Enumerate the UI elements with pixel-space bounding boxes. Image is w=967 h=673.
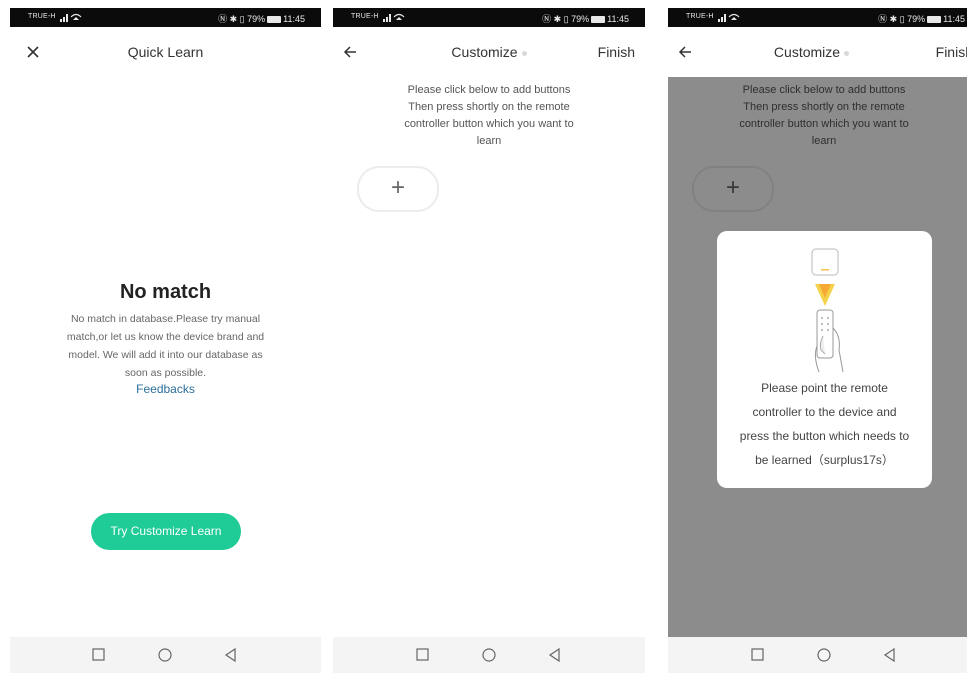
- finish-button[interactable]: Finish: [598, 44, 635, 60]
- battery-icon: [591, 16, 606, 23]
- page-title: Customize: [668, 44, 967, 60]
- status-time: 11:45: [283, 14, 305, 24]
- square-icon[interactable]: [750, 647, 766, 663]
- status-icons: Ⓝ ✱ ▯ 79%: [218, 14, 266, 24]
- status-right: Ⓝ ✱ ▯ 79% 11:45: [218, 12, 305, 25]
- dialog-line: controller to the device and: [752, 405, 897, 419]
- triangle-icon[interactable]: [223, 647, 239, 663]
- feedbacks-link[interactable]: Feedbacks: [10, 382, 321, 396]
- instruction-line: learn: [476, 135, 502, 147]
- status-bar: TRUE-H Ⓝ ✱ ▯ 79% 11:45: [10, 8, 321, 27]
- status-right: Ⓝ ✱ ▯ 79% 11:45: [878, 12, 965, 25]
- dialog-line: press the button which needs to: [739, 429, 910, 443]
- learning-dialog: Please point the remote controller to th…: [717, 231, 932, 488]
- title-text: Customize: [773, 44, 841, 60]
- instruction-line: controller button which you want to: [404, 118, 574, 130]
- square-icon[interactable]: [415, 647, 431, 663]
- instructions: Please click below to add buttons Then p…: [389, 82, 589, 150]
- circle-icon[interactable]: [157, 647, 173, 663]
- carrier-label: TRUE-H: [28, 13, 56, 20]
- header: Customize Finish: [333, 27, 645, 77]
- finish-button[interactable]: Finish: [936, 44, 967, 60]
- dialog-message: Please point the remote controller to th…: [725, 376, 924, 472]
- instruction-line: Please click below to add buttons: [407, 84, 571, 96]
- triangle-icon[interactable]: [882, 647, 898, 663]
- status-right: Ⓝ ✱ ▯ 79% 11:45: [542, 12, 629, 25]
- status-dot: [844, 50, 850, 56]
- status-bar: TRUE-H Ⓝ ✱ ▯ 79% 11:45: [668, 8, 967, 27]
- status-icons: Ⓝ ✱ ▯ 79%: [878, 14, 926, 24]
- customize-screen: TRUE-H Ⓝ ✱ ▯ 79% 11:45 Customize Finish P…: [333, 8, 645, 673]
- header: Quick Learn: [10, 27, 321, 77]
- battery-icon: [267, 16, 282, 23]
- page-title: Quick Learn: [127, 44, 204, 60]
- status-dot: [521, 50, 527, 56]
- circle-icon[interactable]: [816, 647, 832, 663]
- dialog-line: be learned（surplus17s）: [755, 453, 894, 467]
- carrier-label: TRUE-H: [686, 13, 714, 20]
- remote-pointing-icon: [797, 246, 853, 376]
- android-nav-bar: [333, 637, 645, 673]
- dialog-line: Please point the remote: [761, 381, 888, 395]
- square-icon[interactable]: [91, 647, 107, 663]
- battery-icon: [927, 16, 942, 23]
- carrier-label: TRUE-H: [351, 13, 379, 20]
- title-text: Customize: [451, 44, 518, 60]
- signal-wifi-icon: [383, 12, 407, 24]
- no-match-description: No match in database.Please try manual m…: [66, 313, 265, 379]
- status-bar: TRUE-H Ⓝ ✱ ▯ 79% 11:45: [333, 8, 645, 27]
- circle-icon[interactable]: [481, 647, 497, 663]
- status-icons: Ⓝ ✱ ▯ 79%: [542, 14, 590, 24]
- add-button[interactable]: +: [357, 166, 439, 212]
- triangle-icon[interactable]: [547, 647, 563, 663]
- status-time: 11:45: [607, 14, 629, 24]
- signal-wifi-icon: [718, 12, 742, 24]
- signal-wifi-icon: [60, 12, 84, 24]
- android-nav-bar: [668, 637, 967, 673]
- status-time: 11:45: [943, 14, 965, 24]
- no-match-heading: No match: [119, 281, 212, 303]
- customize-learning-screen: TRUE-H Ⓝ ✱ ▯ 79% 11:45 Customize Finish P…: [668, 8, 967, 673]
- header: Customize Finish: [668, 27, 967, 77]
- instruction-line: Then press shortly on the remote: [408, 101, 570, 113]
- quick-learn-screen: TRUE-H Ⓝ ✱ ▯ 79% 11:45 Quick Learn No mat…: [10, 8, 321, 673]
- try-customize-learn-button[interactable]: Try Customize Learn: [91, 513, 241, 550]
- android-nav-bar: [10, 637, 321, 673]
